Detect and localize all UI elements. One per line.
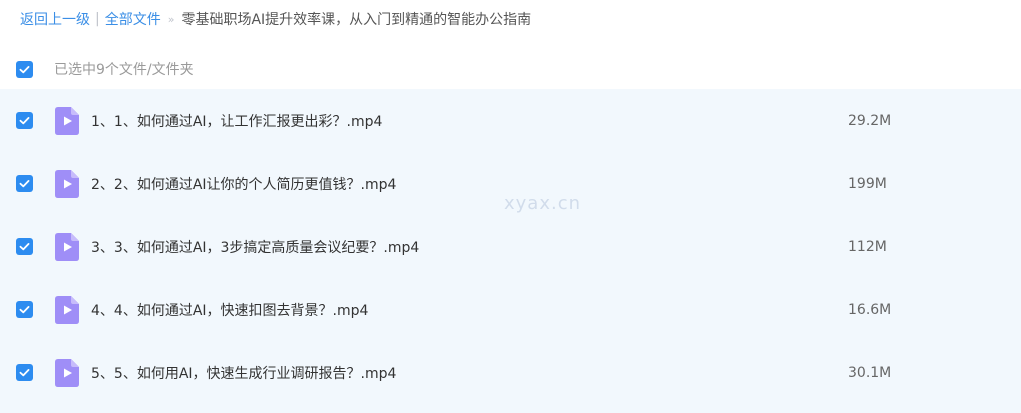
checkmark-icon	[19, 65, 30, 73]
video-file-icon	[55, 232, 79, 261]
breadcrumb-separator: |	[95, 11, 100, 27]
checkmark-icon	[19, 306, 30, 314]
file-checkbox[interactable]	[16, 238, 33, 255]
select-all-row: 已选中9个文件/文件夹	[0, 50, 1021, 88]
file-browser: 返回上一级 | 全部文件 » 零基础职场AI提升效率课，从入门到精通的智能办公指…	[0, 0, 1021, 413]
select-all-checkbox[interactable]	[16, 60, 33, 78]
checkmark-icon	[19, 243, 30, 251]
video-file-icon	[55, 358, 79, 387]
breadcrumb-arrow-icon: »	[167, 12, 175, 26]
file-checkbox[interactable]	[16, 112, 33, 129]
selection-count-label: 已选中9个文件/文件夹	[54, 62, 194, 78]
file-row[interactable]: 5、5、如何用AI，快速生成行业调研报告？.mp4 30.1M	[0, 341, 1021, 404]
video-file-icon	[55, 295, 79, 324]
file-row[interactable]: 4、4、如何通过AI，快速扣图去背景？.mp4 16.6M	[0, 278, 1021, 341]
file-name[interactable]: 5、5、如何用AI，快速生成行业调研报告？.mp4	[91, 363, 811, 383]
file-name[interactable]: 4、4、如何通过AI，快速扣图去背景？.mp4	[91, 300, 811, 320]
breadcrumb: 返回上一级 | 全部文件 » 零基础职场AI提升效率课，从入门到精通的智能办公指…	[20, 9, 531, 29]
file-size: 199M	[848, 175, 887, 192]
current-folder-title: 零基础职场AI提升效率课，从入门到精通的智能办公指南	[181, 12, 532, 28]
all-files-link[interactable]: 全部文件	[105, 9, 161, 29]
video-file-icon	[55, 106, 79, 135]
checkmark-icon	[19, 180, 30, 188]
file-checkbox[interactable]	[16, 301, 33, 318]
file-name[interactable]: 3、3、如何通过AI，3步搞定高质量会议纪要？.mp4	[91, 237, 811, 257]
file-row[interactable]: 2、2、如何通过AI让你的个人简历更值钱？.mp4 199M	[0, 152, 1021, 215]
checkmark-icon	[19, 117, 30, 125]
file-row[interactable]: 3、3、如何通过AI，3步搞定高质量会议纪要？.mp4 112M	[0, 215, 1021, 278]
file-size: 112M	[848, 238, 887, 255]
back-link[interactable]: 返回上一级	[20, 9, 90, 29]
file-checkbox[interactable]	[16, 175, 33, 192]
file-size: 29.2M	[848, 112, 892, 129]
file-size: 30.1M	[848, 364, 892, 381]
file-checkbox[interactable]	[16, 364, 33, 381]
video-file-icon	[55, 169, 79, 198]
file-name[interactable]: 1、1、如何通过AI，让工作汇报更出彩？.mp4	[91, 111, 811, 131]
checkmark-icon	[19, 369, 30, 377]
file-list: 1、1、如何通过AI，让工作汇报更出彩？.mp4 29.2M 2、2、如何通过A…	[0, 89, 1021, 413]
file-name[interactable]: 2、2、如何通过AI让你的个人简历更值钱？.mp4	[91, 174, 811, 194]
file-size: 16.6M	[848, 301, 892, 318]
file-row[interactable]: 1、1、如何通过AI，让工作汇报更出彩？.mp4 29.2M	[0, 89, 1021, 152]
